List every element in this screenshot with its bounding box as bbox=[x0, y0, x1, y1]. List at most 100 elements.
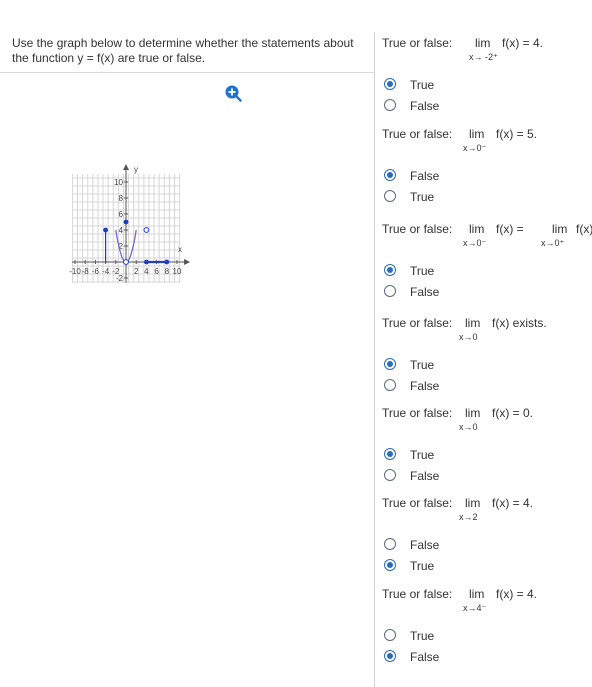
limit-expression: f(x) exists. bbox=[492, 316, 547, 330]
open-point bbox=[123, 259, 129, 265]
option-label: True bbox=[410, 190, 435, 204]
limit-subscript: x→4⁻ bbox=[463, 603, 487, 613]
option-label: False bbox=[410, 469, 440, 483]
limit-word: lim bbox=[552, 222, 568, 236]
radio-button[interactable] bbox=[384, 650, 396, 662]
question-prompt: True or false: bbox=[382, 222, 453, 236]
option-label: False bbox=[410, 538, 440, 552]
radio-button[interactable] bbox=[384, 285, 396, 297]
limit-word: lim bbox=[465, 496, 481, 510]
radio-button[interactable] bbox=[384, 264, 396, 276]
limit-subscript: x→0⁻ bbox=[463, 238, 487, 248]
x-tick-label: 8 bbox=[165, 267, 170, 276]
radio-button[interactable] bbox=[384, 78, 396, 90]
limit-word: lim bbox=[465, 316, 481, 330]
question-prompt: True or false: bbox=[382, 406, 453, 420]
option-false[interactable]: False bbox=[382, 648, 502, 666]
limit-word: lim bbox=[469, 587, 485, 601]
option-false[interactable]: False bbox=[382, 536, 502, 554]
function-graph: -10 -8 -6 -4 -2 2 4 6 8 10108642-2xy bbox=[69, 164, 191, 283]
option-false[interactable]: False bbox=[382, 283, 502, 301]
y-tick-label: 6 bbox=[119, 210, 124, 219]
radio-button[interactable] bbox=[384, 169, 396, 181]
x-axis-arrow bbox=[184, 259, 191, 265]
zoom-in-icon[interactable] bbox=[224, 84, 242, 102]
limit-word: lim bbox=[465, 406, 481, 420]
limit-expression: f(x) = bbox=[496, 222, 524, 236]
panel-divider bbox=[374, 32, 375, 687]
x-tick-label: -4 bbox=[102, 267, 110, 276]
y-tick-label: 8 bbox=[119, 194, 124, 203]
option-false[interactable]: False bbox=[382, 97, 502, 115]
option-label: True bbox=[410, 358, 435, 372]
question-prompt: True or false: bbox=[382, 127, 453, 141]
limit-subscript: x→ -2⁺ bbox=[469, 52, 498, 62]
divider bbox=[0, 72, 374, 73]
left-panel: Use the graph below to determine whether… bbox=[0, 0, 374, 687]
radio-button[interactable] bbox=[384, 469, 396, 481]
limit-subscript: x→2 bbox=[459, 512, 478, 522]
y-tick-label: 10 bbox=[114, 178, 123, 187]
x-axis-label: x bbox=[178, 245, 182, 254]
radio-button[interactable] bbox=[384, 559, 396, 571]
option-false[interactable]: False bbox=[382, 467, 502, 485]
option-label: False bbox=[410, 99, 440, 113]
option-true[interactable]: True bbox=[382, 627, 502, 645]
limit-expression: f(x) = 4. bbox=[492, 496, 534, 510]
option-label: False bbox=[410, 285, 440, 299]
radio-button[interactable] bbox=[384, 99, 396, 111]
limit-word: lim bbox=[475, 36, 491, 50]
closed-point bbox=[123, 219, 129, 225]
question-prompt: True or false: bbox=[382, 496, 453, 510]
y-axis-label: y bbox=[134, 165, 138, 174]
limit-subscript: x→0 bbox=[459, 332, 478, 342]
option-label: False bbox=[410, 379, 440, 393]
radio-button[interactable] bbox=[384, 358, 396, 370]
limit-expression: f(x) = 5. bbox=[496, 127, 538, 141]
question-prompt: True or false: bbox=[382, 36, 453, 50]
limit-expression: f(x) = 4. bbox=[502, 36, 544, 50]
x-tick-label: 10 bbox=[173, 267, 182, 276]
option-true[interactable]: True bbox=[382, 188, 502, 206]
radio-button[interactable] bbox=[384, 379, 396, 391]
limit-expression: f(x) = 0. bbox=[492, 406, 534, 420]
radio-button[interactable] bbox=[384, 538, 396, 550]
question-prompt: True or false: bbox=[382, 587, 453, 601]
limit-expression: f(x) = 4. bbox=[496, 587, 538, 601]
option-false[interactable]: False bbox=[382, 167, 502, 185]
option-true[interactable]: True bbox=[382, 262, 502, 280]
graph-axes bbox=[71, 164, 191, 283]
limit-subscript: x→0⁺ bbox=[541, 238, 565, 248]
option-true[interactable]: True bbox=[382, 446, 502, 464]
question-prompt: True or false: bbox=[382, 316, 453, 330]
option-label: True bbox=[410, 559, 435, 573]
closed-point bbox=[164, 259, 170, 265]
y-tick-label: -2 bbox=[116, 274, 124, 283]
limit-subscript: x→0 bbox=[459, 422, 478, 432]
radio-button[interactable] bbox=[384, 629, 396, 641]
x-tick-label: -10 bbox=[69, 267, 81, 276]
limit-subscript: x→0⁻ bbox=[463, 143, 487, 153]
open-point bbox=[143, 227, 150, 233]
y-tick-label: 4 bbox=[119, 226, 124, 235]
option-true[interactable]: True bbox=[382, 356, 502, 374]
option-label: True bbox=[410, 264, 435, 278]
x-tick-label: 2 bbox=[134, 267, 139, 276]
closed-point bbox=[103, 227, 108, 233]
option-label: True bbox=[410, 78, 435, 92]
option-label: True bbox=[410, 448, 435, 462]
x-tick-label: -6 bbox=[92, 267, 100, 276]
limit-word: lim bbox=[469, 127, 485, 141]
closed-point bbox=[144, 259, 149, 265]
option-false[interactable]: False bbox=[382, 377, 502, 395]
option-true[interactable]: True bbox=[382, 76, 502, 94]
limit-expression: f(x). bbox=[576, 222, 592, 236]
option-true[interactable]: True bbox=[382, 557, 502, 575]
radio-button[interactable] bbox=[384, 190, 396, 202]
x-tick-label: 4 bbox=[144, 267, 149, 276]
option-label: False bbox=[410, 650, 440, 664]
y-axis-arrow bbox=[123, 164, 129, 170]
radio-button[interactable] bbox=[384, 448, 396, 460]
x-tick-label: -8 bbox=[82, 267, 90, 276]
option-label: False bbox=[410, 169, 440, 183]
